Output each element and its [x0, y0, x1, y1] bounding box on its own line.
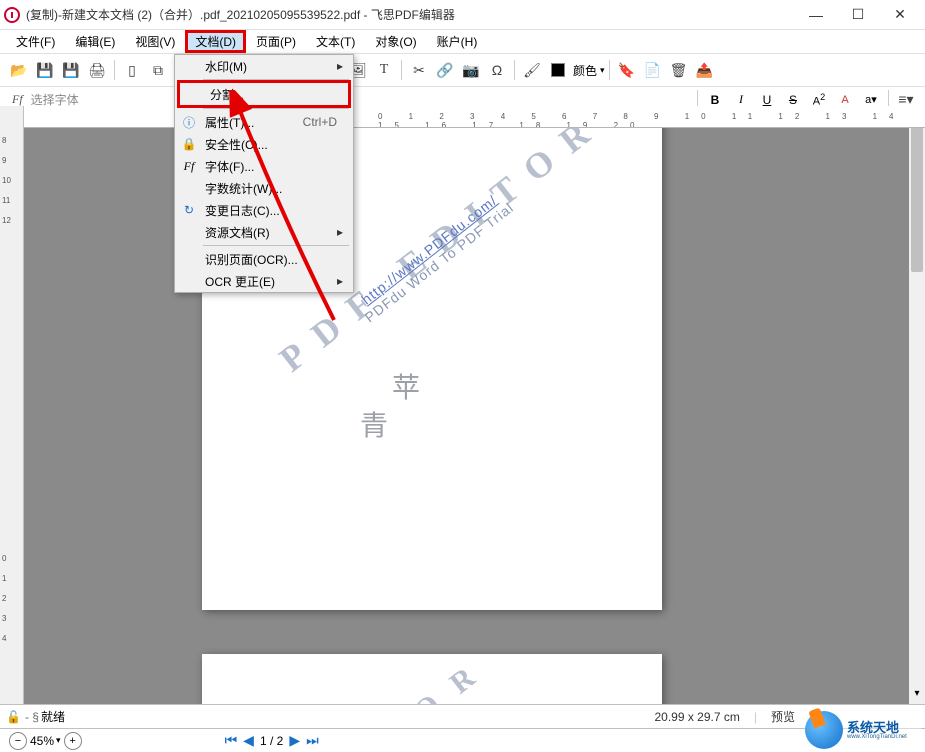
measure-icon[interactable]: Ω	[485, 58, 509, 82]
brush-icon[interactable]: 🖌	[520, 58, 544, 82]
status-ready: 就绪	[41, 708, 65, 725]
delete-page-icon[interactable]: 🗑	[667, 58, 691, 82]
document-dropdown: 水印(M)▸ 分割... ⓘ 属性(T)... Ctrl+D 🔒 安全性(C).…	[174, 54, 354, 293]
pdf-page-2[interactable]: TOR PDFdu.com/ PDF Trial 㩺	[202, 654, 662, 704]
save-icon[interactable]: 💾	[33, 58, 57, 82]
window-title: (复制)-新建文本文档 (2)（合并）.pdf_2021020509553952…	[26, 6, 795, 23]
zoom-out-button[interactable]: −	[9, 732, 27, 750]
window-controls: — ☐ ✕	[795, 0, 921, 30]
color-label: 颜色	[573, 62, 597, 79]
dd-fonts[interactable]: Ff 字体(F)...	[175, 155, 353, 177]
dd-wordcount[interactable]: 字数统计(W)...	[175, 177, 353, 199]
page-dimensions: 20.99 x 29.7 cm	[654, 710, 739, 724]
menu-file[interactable]: 文件(F)	[6, 30, 65, 53]
export-icon[interactable]: 📤	[693, 58, 717, 82]
status-bar: 🔓 - § 就绪 20.99 x 29.7 cm | 预览	[0, 704, 925, 728]
crop-icon[interactable]: ✂	[407, 58, 431, 82]
workspace: 8 9 10 11 12 0 1 2 3 4 0 1 2 3 4 5 6 7 8…	[0, 106, 925, 704]
menu-view[interactable]: 视图(V)	[125, 30, 185, 53]
open-icon[interactable]: 📂	[7, 58, 31, 82]
snapshot-icon[interactable]: 📷	[459, 58, 483, 82]
menu-text[interactable]: 文本(T)	[306, 30, 365, 53]
lock-icon: 🔒	[175, 137, 203, 151]
scroll-down-icon[interactable]: ▾	[909, 688, 925, 704]
dd-changelog[interactable]: ↻ 变更日志(C)...	[175, 199, 353, 221]
dd-properties[interactable]: ⓘ 属性(T)... Ctrl+D	[175, 111, 353, 133]
brand-watermark: 系统天地 www.XiTongTianDi.net	[805, 710, 921, 750]
next-page-button[interactable]: ▶	[289, 732, 300, 749]
dd-resources[interactable]: 资源文档(R)▸	[175, 221, 353, 243]
dd-security[interactable]: 🔒 安全性(C)...	[175, 133, 353, 155]
save-as-icon[interactable]: 💾	[59, 58, 83, 82]
dd-ocr-page[interactable]: 识别页面(OCR)...	[175, 248, 353, 270]
first-page-button[interactable]: ⏮	[225, 732, 238, 749]
scroll-thumb[interactable]	[911, 112, 923, 272]
menu-page[interactable]: 页面(P)	[246, 30, 306, 53]
globe-icon	[805, 711, 843, 749]
dd-split[interactable]: 分割...	[180, 83, 348, 105]
menu-account[interactable]: 账户(H)	[427, 30, 488, 53]
cn-char-2: 青	[360, 404, 388, 444]
page-navigator: ⏮ ◀ 1 / 2 ▶ ⏭	[225, 732, 319, 749]
page-indicator[interactable]: 1 / 2	[260, 734, 283, 748]
menu-document[interactable]: 文档(D)	[185, 30, 246, 53]
main-toolbar: 📂 💾 💾 🖨 ▯ ⧉ 🖼 T ✂ 🔗 📷 Ω 🖌 颜色 ▾ 🔖 📄 🗑 📤	[0, 54, 925, 87]
dd-watermark[interactable]: 水印(M)▸	[175, 55, 353, 77]
dd-ocr-correct[interactable]: OCR 更正(E)▸	[175, 270, 353, 292]
last-page-button[interactable]: ⏭	[306, 732, 319, 749]
preview-label[interactable]: 预览	[771, 708, 795, 725]
vertical-ruler: 8 9 10 11 12 0 1 2 3 4	[0, 106, 24, 704]
zoom-in-button[interactable]: +	[64, 732, 82, 750]
minimize-button[interactable]: —	[795, 0, 837, 30]
vertical-scrollbar[interactable]: ▴ ▾	[909, 106, 925, 704]
stamp-icon[interactable]: 🔖	[615, 58, 639, 82]
history-icon: ↻	[175, 203, 203, 217]
close-button[interactable]: ✕	[879, 0, 921, 30]
page-fit-icon[interactable]: ⧉	[146, 58, 170, 82]
page-single-icon[interactable]: ▯	[120, 58, 144, 82]
menu-bar: 文件(F) 编辑(E) 视图(V) 文档(D) 页面(P) 文本(T) 对象(O…	[0, 30, 925, 54]
title-bar: (复制)-新建文本文档 (2)（合并）.pdf_2021020509553952…	[0, 0, 925, 30]
print-icon[interactable]: 🖨	[85, 58, 109, 82]
horizontal-ruler: 0 1 2 3 4 5 6 7 8 9 10 11 12 13 14 15 16…	[24, 106, 925, 128]
watermark-url: http://www.PDFdu.com/	[352, 187, 507, 313]
info-icon: ⓘ	[175, 114, 203, 131]
text-tool-icon[interactable]: T	[372, 58, 396, 82]
brand-name: 系统天地	[847, 721, 907, 734]
brand-url: www.XiTongTianDi.net	[847, 734, 907, 740]
zoom-percent[interactable]: 45%	[30, 734, 54, 748]
app-icon	[4, 7, 20, 23]
cn-char-1: 苹	[392, 366, 420, 406]
canvas[interactable]: 0 1 2 3 4 5 6 7 8 9 10 11 12 13 14 15 16…	[24, 106, 925, 704]
zoom-bar: − 45% ▾ + ⏮ ◀ 1 / 2 ▶ ⏭	[0, 728, 925, 752]
lock-status-icon: 🔓	[6, 710, 21, 724]
font-format-icon: Ff	[12, 92, 23, 107]
link-icon[interactable]: 🔗	[433, 58, 457, 82]
menu-object[interactable]: 对象(O)	[365, 30, 426, 53]
font-icon: Ff	[175, 159, 203, 174]
prev-page-button[interactable]: ◀	[243, 732, 254, 749]
maximize-button[interactable]: ☐	[837, 0, 879, 30]
menu-edit[interactable]: 编辑(E)	[65, 30, 125, 53]
color-swatch[interactable]	[546, 58, 570, 82]
add-page-icon[interactable]: 📄	[641, 58, 665, 82]
